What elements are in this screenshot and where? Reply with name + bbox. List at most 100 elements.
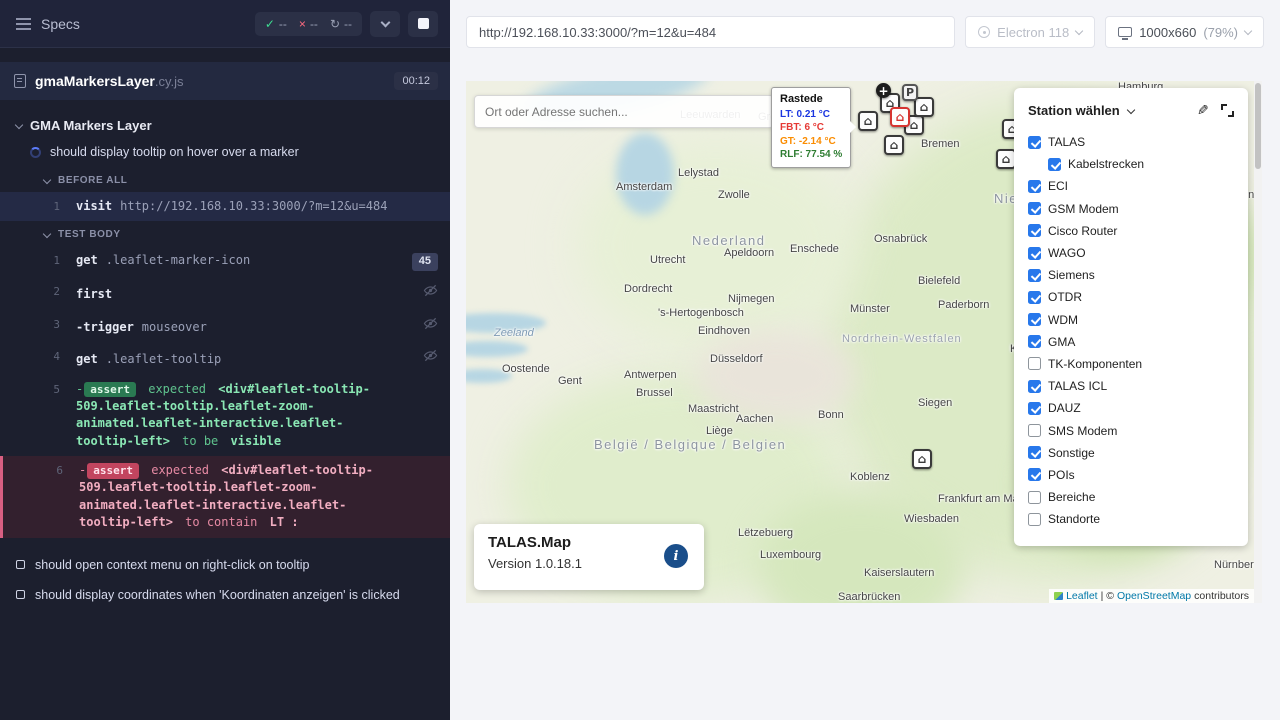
station-dropdown[interactable]: Station wählen — [1028, 103, 1120, 118]
viewport-zoom: (79%) — [1203, 25, 1238, 40]
edit-pencil-icon[interactable]: ✎ — [1197, 102, 1209, 119]
running-spinner-icon — [30, 147, 41, 158]
station-checkbox-item[interactable]: TK-Komponenten — [1026, 353, 1236, 375]
checkbox[interactable] — [1028, 202, 1041, 215]
info-icon[interactable]: i — [664, 544, 688, 568]
stat-pending: ↻-- — [330, 17, 352, 31]
station-label: OTDR — [1048, 290, 1082, 304]
leaflet-link[interactable]: Leaflet — [1066, 590, 1098, 602]
station-checkbox-item[interactable]: Bereiche — [1026, 486, 1236, 508]
checkbox[interactable] — [1028, 136, 1041, 149]
url-bar[interactable] — [466, 16, 955, 48]
test-pending-coordinates[interactable]: should display coordinates when 'Koordin… — [0, 580, 450, 610]
browser-selector[interactable]: Electron 118 — [965, 16, 1095, 48]
viewport-selector[interactable]: 1000x660 (79%) — [1105, 16, 1264, 48]
map-place-label: Maastricht — [688, 403, 739, 415]
map-search-box[interactable] — [474, 95, 774, 128]
checkbox[interactable] — [1028, 291, 1041, 304]
specs-title[interactable]: Specs — [41, 16, 80, 32]
station-checkbox-item[interactable]: GMA — [1026, 331, 1236, 353]
chevron-down-icon — [380, 17, 390, 27]
scrollbar-thumb[interactable] — [1255, 83, 1261, 169]
map-marker[interactable]: ⌂ — [890, 107, 910, 127]
checkbox[interactable] — [1028, 180, 1041, 193]
station-checkbox-item[interactable]: DAUZ — [1026, 397, 1236, 419]
spec-name[interactable]: gmaMarkersLayer — [35, 73, 155, 89]
map-attribution: Leaflet | © OpenStreetMap contributors — [1049, 589, 1254, 603]
map-place-label: Siegen — [918, 397, 952, 409]
checkbox[interactable] — [1048, 158, 1061, 171]
map-marker[interactable]: ⌂ — [914, 97, 934, 117]
expand-icon[interactable] — [1221, 104, 1234, 117]
test-active[interactable]: should display tooltip on hover over a m… — [0, 139, 450, 167]
assert-visible-passed[interactable]: 5 -assert expected <div#leaflet-tooltip-… — [0, 375, 450, 457]
checkbox[interactable] — [1028, 446, 1041, 459]
station-checkbox-item[interactable]: Sonstige — [1026, 442, 1236, 464]
map-marker[interactable]: ⌂ — [996, 149, 1016, 169]
station-checkbox-item[interactable]: ECI — [1026, 175, 1236, 197]
map-marker[interactable]: ⌂ — [858, 111, 878, 131]
station-checkbox-item[interactable]: POIs — [1026, 464, 1236, 486]
map-marker[interactable]: P — [902, 84, 918, 101]
checkbox[interactable] — [1028, 247, 1041, 260]
map-place-label: Aachen — [736, 413, 773, 425]
station-checkbox-item[interactable]: GSM Modem — [1026, 198, 1236, 220]
station-checkbox-item[interactable]: Kabelstrecken — [1026, 153, 1236, 175]
station-label: POIs — [1048, 468, 1075, 482]
specs-menu-icon[interactable] — [16, 18, 31, 30]
checkbox[interactable] — [1028, 380, 1041, 393]
station-checkbox-item[interactable]: Siemens — [1026, 264, 1236, 286]
checkbox[interactable] — [1028, 335, 1041, 348]
stop-button[interactable] — [408, 11, 438, 37]
command-get-tooltip[interactable]: 4 get .leaflet-tooltip — [0, 342, 450, 374]
checkbox[interactable] — [1028, 269, 1041, 282]
app-version: Version 1.0.18.1 — [488, 556, 690, 571]
marker-tooltip[interactable]: Rastede LT: 0.21 °CFBT: 6 °CGT: -2.14 °C… — [771, 87, 851, 168]
checkbox[interactable] — [1028, 224, 1041, 237]
map-scrollbar[interactable] — [1254, 81, 1262, 603]
command-visit[interactable]: 1 visit http://192.168.10.33:3000/?m=12&… — [0, 192, 450, 221]
map-place-label: Eindhoven — [698, 325, 750, 337]
map-place-label: Osnabrück — [874, 233, 927, 245]
aut-panel: Electron 118 1000x660 (79%) — [450, 0, 1280, 720]
spec-ext: .cy.js — [155, 74, 184, 89]
collapse-button[interactable] — [370, 11, 400, 37]
station-checkbox-item[interactable]: SMS Modem — [1026, 419, 1236, 441]
leaflet-map[interactable]: LeeuwardenGroningenEmdenHamburgBremenHan… — [466, 81, 1262, 603]
station-checkbox-item[interactable]: Standorte — [1026, 508, 1236, 530]
pending-test-icon — [16, 560, 25, 569]
checkbox[interactable] — [1028, 357, 1041, 370]
station-checkbox-item[interactable]: TALAS ICL — [1026, 375, 1236, 397]
section-before-all[interactable]: BEFORE ALL — [0, 167, 450, 192]
url-input[interactable] — [479, 25, 942, 40]
map-marker[interactable]: ⌂ — [912, 449, 932, 469]
checkbox[interactable] — [1028, 402, 1041, 415]
station-checkbox-item[interactable]: OTDR — [1026, 286, 1236, 308]
section-test-body[interactable]: TEST BODY — [0, 221, 450, 246]
map-marker[interactable]: ⌂ — [884, 135, 904, 155]
checkbox[interactable] — [1028, 491, 1041, 504]
station-checkbox-item[interactable]: Cisco Router — [1026, 220, 1236, 242]
osm-link[interactable]: OpenStreetMap — [1117, 590, 1191, 602]
checkbox[interactable] — [1028, 424, 1041, 437]
map-place-label: Kaiserslautern — [864, 567, 934, 579]
test-title: should display tooltip on hover over a m… — [50, 145, 299, 159]
test-pending-context-menu[interactable]: should open context menu on right-click … — [0, 550, 450, 580]
search-input[interactable] — [485, 105, 763, 119]
checkbox[interactable] — [1028, 313, 1041, 326]
eye-slash-icon — [423, 348, 438, 368]
station-checkbox-item[interactable]: TALAS — [1026, 131, 1236, 153]
command-trigger[interactable]: 3 -trigger mouseover — [0, 310, 450, 342]
checkbox[interactable] — [1028, 468, 1041, 481]
map-marker[interactable]: + — [876, 83, 891, 98]
assert-contain-failing[interactable]: 6 -assert expected <div#leaflet-tooltip-… — [0, 456, 450, 538]
station-label: GMA — [1048, 335, 1075, 349]
command-get-marker-icon[interactable]: 1 get .leaflet-marker-icon 45 — [0, 246, 450, 277]
station-checkbox-item[interactable]: WDM — [1026, 309, 1236, 331]
command-first[interactable]: 2 first — [0, 277, 450, 309]
station-checkbox-item[interactable]: WAGO — [1026, 242, 1236, 264]
chevron-down-icon[interactable] — [1126, 105, 1134, 113]
suite-gma-markers-layer[interactable]: GMA Markers Layer — [0, 114, 450, 139]
checkbox[interactable] — [1028, 513, 1041, 526]
assert-expected-value: visible — [231, 434, 282, 448]
